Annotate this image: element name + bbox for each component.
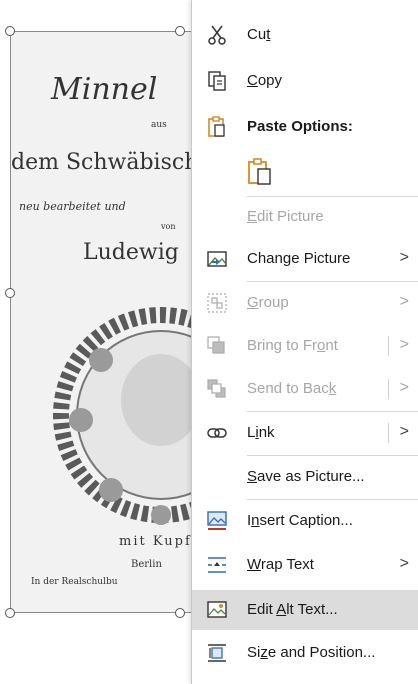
- picture-text-line3: dem Schwäbisch: [11, 150, 199, 175]
- split-divider: [388, 423, 389, 443]
- send-to-back-icon: [207, 379, 226, 398]
- chevron-right-icon: >: [399, 423, 409, 440]
- menu-item-size-and-position[interactable]: Size and Position...: [192, 634, 418, 672]
- paste-options-label: Paste Options:: [247, 118, 353, 135]
- chevron-right-icon: >: [399, 336, 409, 353]
- picture-text-kupf: mit Kupf: [119, 534, 192, 549]
- chevron-right-icon: >: [399, 293, 409, 310]
- menu-separator: [247, 411, 418, 412]
- group-icon: [207, 293, 227, 313]
- resize-handle-top-right[interactable]: [175, 26, 185, 36]
- menu-item-edit-alt-text[interactable]: Edit Alt Text...: [192, 590, 418, 630]
- menu-item-label: Edit Picture: [247, 208, 324, 225]
- split-divider: [388, 336, 389, 356]
- menu-item-bring-to-front[interactable]: Bring to Front >: [192, 327, 418, 365]
- change-picture-icon: [207, 251, 227, 267]
- picture-text-publisher: In der Realschulbu: [31, 577, 118, 587]
- paste-keep-source-button[interactable]: [192, 152, 418, 192]
- bring-to-front-icon: [207, 336, 225, 354]
- scissors-icon: [208, 25, 226, 45]
- menu-item-label: Group: [247, 294, 289, 311]
- menu-item-partial: [192, 676, 418, 684]
- chevron-right-icon: >: [399, 555, 409, 572]
- menu-item-label: Wrap Text: [247, 556, 314, 573]
- resize-handle-middle-left[interactable]: [5, 288, 15, 298]
- menu-item-group[interactable]: Group >: [192, 284, 418, 322]
- menu-item-label: Save as Picture...: [247, 468, 365, 485]
- resize-handle-bottom-left[interactable]: [5, 608, 15, 618]
- menu-item-save-as-picture[interactable]: Save as Picture...: [192, 458, 418, 496]
- size-position-icon: [208, 644, 226, 662]
- resize-handle-top-left[interactable]: [5, 26, 15, 36]
- menu-item-label: Bring to Front: [247, 337, 338, 354]
- menu-item-label: Edit Alt Text...: [247, 601, 338, 618]
- menu-item-label: Cut: [247, 26, 271, 43]
- menu-item-label: Copy: [247, 72, 283, 89]
- menu-item-label: Change Picture: [247, 250, 351, 267]
- clipboard-icon: [208, 116, 225, 137]
- resize-handle-bottom-right[interactable]: [175, 608, 185, 618]
- link-icon: [207, 428, 227, 438]
- chevron-right-icon: >: [399, 379, 409, 396]
- menu-item-edit-picture[interactable]: Edit Picture: [192, 198, 418, 236]
- menu-item-copy[interactable]: Copy: [192, 62, 418, 100]
- menu-separator: [247, 281, 418, 282]
- chevron-right-icon: >: [399, 249, 409, 266]
- wrap-text-icon: [208, 557, 226, 573]
- menu-item-insert-caption[interactable]: Insert Caption...: [192, 502, 418, 540]
- picture-text-berlin: Berlin: [131, 559, 162, 570]
- menu-item-wrap-text[interactable]: Wrap Text >: [192, 546, 418, 584]
- menu-item-cut[interactable]: Cut: [192, 16, 418, 54]
- menu-item-link[interactable]: Link >: [192, 414, 418, 452]
- insert-caption-icon: [207, 511, 227, 530]
- menu-item-paste-options: Paste Options:: [192, 108, 418, 146]
- menu-separator: [247, 196, 418, 197]
- picture-title-text: Minnel: [51, 72, 158, 107]
- paste-picture-icon: [248, 158, 271, 185]
- copy-icon: [208, 71, 226, 91]
- menu-separator: [247, 455, 418, 456]
- menu-item-label: Insert Caption...: [247, 512, 353, 529]
- menu-item-label: Link: [247, 424, 275, 441]
- alt-text-icon: [207, 601, 227, 618]
- split-divider: [388, 379, 389, 399]
- context-menu: Cut Copy Paste Options: Edit Picture Cha…: [191, 0, 418, 684]
- menu-item-change-picture[interactable]: Change Picture >: [192, 240, 418, 278]
- menu-item-send-to-back[interactable]: Send to Back >: [192, 370, 418, 408]
- picture-text-line4: neu bearbeitet und: [19, 200, 126, 213]
- picture-text-author: Ludewig: [83, 240, 179, 265]
- menu-item-label: Send to Back: [247, 380, 337, 397]
- menu-separator: [247, 499, 418, 500]
- picture-wreath-illustration: [53, 307, 199, 525]
- menu-item-label: Size and Position...: [247, 644, 376, 661]
- selected-picture[interactable]: Minnel aus dem Schwäbisch neu bearbeitet…: [10, 31, 200, 613]
